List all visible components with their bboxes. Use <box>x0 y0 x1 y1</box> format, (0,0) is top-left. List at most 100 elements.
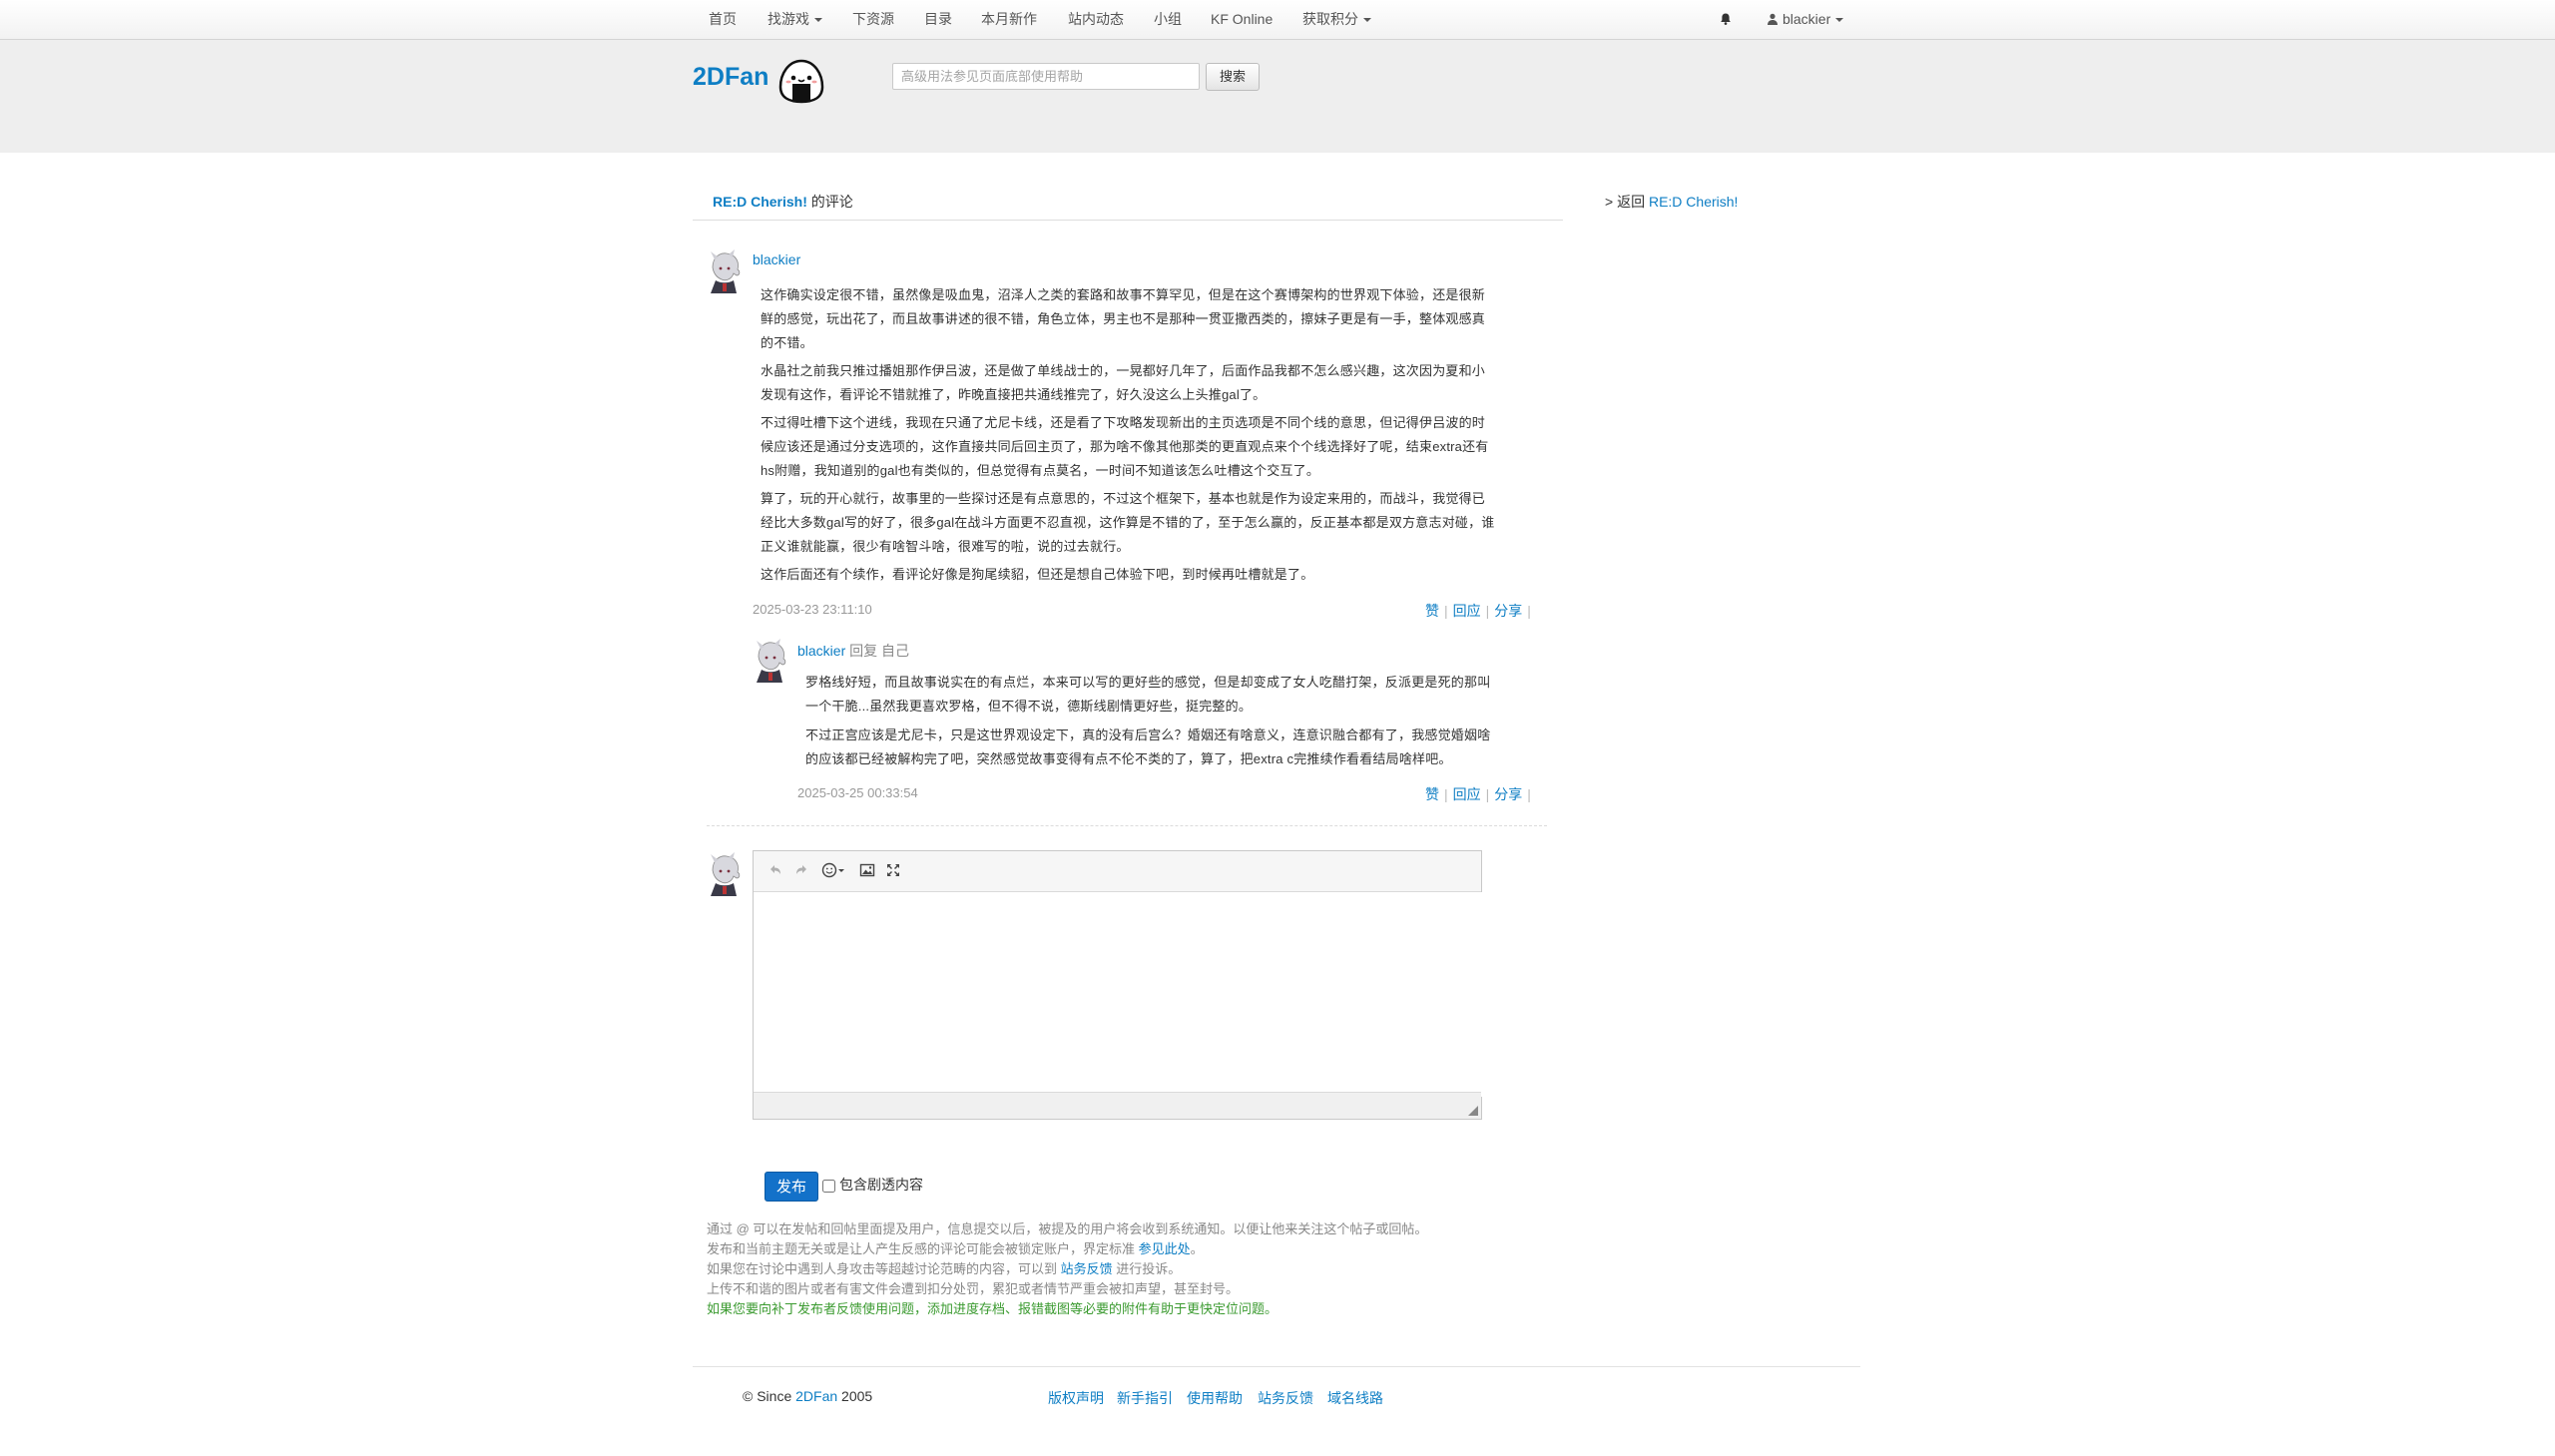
nav-find-game-label: 找游戏 <box>767 11 809 27</box>
comment-line: 候应该还是通过分支选项的，这作直接共同后回主页了，那为啥不像其他那类的更直观点来… <box>761 439 1489 454</box>
comments-divider <box>707 825 1547 826</box>
comment-paragraph-5: 这作后面还有个续作，看评论好像是狗尾续貂，但还是想自己体验下吧，到时候再吐槽就是… <box>761 563 1313 587</box>
reply-line: 一个干脆...虽然我更喜欢罗格，但不得不说，德斯线剧情更好些，挺完整的。 <box>805 699 1253 714</box>
footer-link-help[interactable]: 使用帮助 <box>1187 1388 1243 1408</box>
nav-earn-points-label: 获取积分 <box>1302 11 1358 27</box>
nav-catalog[interactable]: 目录 <box>924 0 952 39</box>
spoiler-option[interactable]: 包含剧透内容 <box>822 1175 923 1195</box>
search-input[interactable] <box>892 63 1200 90</box>
note-text: 。 <box>1190 1241 1204 1256</box>
like-button[interactable]: 赞 <box>1425 603 1439 619</box>
comment-paragraph-3: 不过得吐槽下这个进线，我现在只通了尤尼卡线，还是看了下攻略发现新出的主页选项是不… <box>761 411 1489 483</box>
footer-link-copyright[interactable]: 版权声明 <box>1048 1388 1104 1408</box>
action-separator: | <box>1444 603 1448 619</box>
feedback-link[interactable]: 站务反馈 <box>1061 1261 1113 1276</box>
footer-site-link[interactable]: 2DFan <box>795 1388 837 1404</box>
bell-icon[interactable] <box>1719 12 1733 26</box>
share-button[interactable]: 分享 <box>1494 603 1522 619</box>
publish-button[interactable]: 发布 <box>765 1172 818 1202</box>
nav-new-this-month[interactable]: 本月新作 <box>981 0 1037 39</box>
avatar <box>707 852 743 896</box>
comment-line: 不过得吐槽下这个进线，我现在只通了尤尼卡线，还是看了下攻略发现新出的主页选项是不… <box>761 415 1486 430</box>
fullscreen-icon[interactable] <box>885 862 901 878</box>
page-title: RE:D Cherish! 的评论 <box>713 192 853 212</box>
nav-earn-points[interactable]: 获取积分 <box>1302 0 1371 39</box>
footer-since: © Since <box>743 1388 796 1404</box>
comment-line: 这作确实设定很不错，虽然像是吸血鬼，沼泽人之类的套路和故事不算罕见，但是在这个赛… <box>761 287 1486 302</box>
comment-line: 鲜的感觉，玩出花了，而且故事讲述的很不错，角色立体，男主也不是那种一贯亚撒西类的… <box>761 311 1486 326</box>
reply-actions: 赞 | 回应 | 分享 | <box>1425 784 1536 804</box>
header-band <box>0 40 2555 153</box>
game-title-link[interactable]: RE:D Cherish! <box>713 194 807 210</box>
chevron-down-icon <box>814 18 822 23</box>
comment-textarea[interactable] <box>754 892 1485 1097</box>
image-icon[interactable] <box>859 862 875 878</box>
footer-copyright: © Since 2DFan 2005 <box>743 1388 872 1404</box>
action-separator: | <box>1527 786 1531 802</box>
search-button[interactable]: 搜索 <box>1206 63 1260 91</box>
user-menu[interactable]: blackier <box>1767 0 1844 39</box>
action-separator: | <box>1444 786 1448 802</box>
reply-paragraph-2: 不过正宫应该是尤尼卡，只是这世界观设定下，真的没有后宫么？婚姻还有啥意义，连意识… <box>805 724 1490 771</box>
nav-site-activity[interactable]: 站内动态 <box>1068 0 1124 39</box>
share-button[interactable]: 分享 <box>1494 786 1522 802</box>
comment-line: 水晶社之前我只推过播姐那作伊吕波，还是做了单线战士的，一晃都好几年了，后面作品我… <box>761 363 1486 378</box>
comment-editor <box>753 850 1485 1120</box>
note-line: 通过 @ 可以在发帖和回帖里面提及用户，信息提交以后，被提及的用户将会收到系统通… <box>707 1221 1428 1236</box>
spoiler-checkbox[interactable] <box>822 1179 835 1193</box>
title-divider <box>693 220 1563 221</box>
rules-link[interactable]: 参见此处 <box>1139 1241 1191 1256</box>
back-link-block: > 返回 RE:D Cherish! <box>1605 192 1738 212</box>
nav-find-game[interactable]: 找游戏 <box>767 0 822 39</box>
reply-button[interactable]: 回应 <box>1453 786 1481 802</box>
avatar[interactable] <box>753 639 788 683</box>
comment-line: 算了，玩的开心就行，故事里的一些探讨还是有点意思的，不过这个框架下，基本也就是作… <box>761 491 1486 506</box>
footer-link-domains[interactable]: 域名线路 <box>1327 1388 1383 1408</box>
note-line: 发布和当前主题无关或是让人产生反感的评论可能会被锁定账户，界定标准 参见此处。 <box>707 1239 1427 1259</box>
nav-groups[interactable]: 小组 <box>1154 0 1182 39</box>
footer-link-newbie[interactable]: 新手指引 <box>1117 1388 1173 1408</box>
reply-paragraph-1: 罗格线好短，而且故事说实在的有点烂，本来可以写的更好些的感觉，但是却变成了女人吃… <box>805 671 1490 719</box>
emoji-icon[interactable] <box>821 862 845 878</box>
comment-timestamp: 2025-03-23 23:11:10 <box>753 602 872 617</box>
footer-year: 2005 <box>837 1388 873 1404</box>
mascot-logo-icon[interactable] <box>776 58 826 104</box>
site-logo[interactable]: 2DFan <box>693 63 768 92</box>
nav-kf-online[interactable]: KF Online <box>1211 0 1273 39</box>
comment-actions: 赞 | 回应 | 分享 | <box>1425 601 1536 621</box>
comment-line: 经比大多数gal写的好了，很多gal在战斗方面更不忍直视，这作算是不错的了，至于… <box>761 515 1495 530</box>
comment-author[interactable]: blackier <box>753 251 800 267</box>
reply-author[interactable]: blackier <box>797 643 845 659</box>
footer-divider <box>693 1366 1860 1367</box>
avatar[interactable] <box>707 249 743 293</box>
reply-header: blackier 回复 自己 <box>797 641 909 661</box>
like-button[interactable]: 赞 <box>1425 786 1439 802</box>
note-line: 如果您在讨论中遇到人身攻击等超越讨论范畴的内容，可以到 站务反馈 进行投诉。 <box>707 1259 1427 1279</box>
nav-resources[interactable]: 下资源 <box>852 0 894 39</box>
editor-toolbar <box>754 851 1481 892</box>
top-navbar: 首页 找游戏 下资源 目录 本月新作 站内动态 小组 KF Online 获取积… <box>0 0 2555 40</box>
resize-handle-icon[interactable] <box>1468 1106 1478 1116</box>
back-to-game-link[interactable]: RE:D Cherish! <box>1649 194 1738 210</box>
nav-home[interactable]: 首页 <box>709 0 737 39</box>
comment-paragraph-4: 算了，玩的开心就行，故事里的一些探讨还是有点意思的，不过这个框架下，基本也就是作… <box>761 487 1495 559</box>
editor-statusbar <box>754 1092 1481 1119</box>
reply-button[interactable]: 回应 <box>1453 603 1481 619</box>
spoiler-label: 包含剧透内容 <box>839 1177 923 1193</box>
undo-icon[interactable] <box>767 862 783 878</box>
reply-word: 回复 <box>845 643 882 659</box>
page-title-suffix: 的评论 <box>806 194 853 210</box>
redo-icon[interactable] <box>793 862 809 878</box>
note-line-green: 如果您要向补丁发布者反馈使用问题，添加进度存档、报错截图等必要的附件有助于更快定… <box>707 1301 1278 1316</box>
reply-target: 自己 <box>881 643 910 659</box>
comment-line: 正义谁就能赢，很少有啥智斗啥，很难写的啦，说的过去就行。 <box>761 539 1130 554</box>
user-icon <box>1768 13 1778 25</box>
footer-link-feedback[interactable]: 站务反馈 <box>1258 1388 1313 1408</box>
comment-line: 发现有这作，看评论不错就推了，昨晚直接把共通线推完了，好久没这么上头推gal了。 <box>761 387 1267 402</box>
comment-line: 这作后面还有个续作，看评论好像是狗尾续貂，但还是想自己体验下吧，到时候再吐槽就是… <box>761 567 1314 582</box>
user-name: blackier <box>1783 11 1831 27</box>
comment-line: hs附赠，我知道别的gal也有类似的，但总觉得有点莫名，一时间不知道该怎么吐槽这… <box>761 463 1320 478</box>
reply-timestamp: 2025-03-25 00:33:54 <box>797 785 918 800</box>
comment-paragraph-1: 这作确实设定很不错，虽然像是吸血鬼，沼泽人之类的套路和故事不算罕见，但是在这个赛… <box>761 283 1485 355</box>
comment-line: 的不错。 <box>761 335 813 350</box>
